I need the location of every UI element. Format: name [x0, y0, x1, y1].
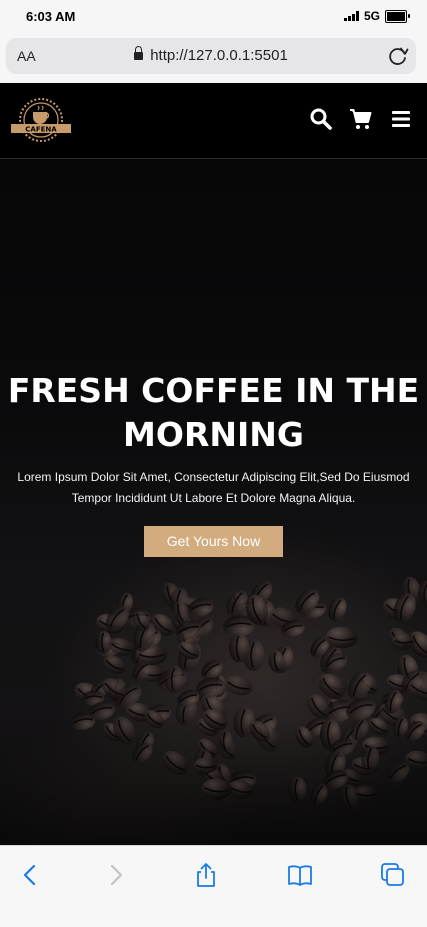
url-text: http://127.0.0.1:5501 — [150, 47, 288, 64]
back-icon[interactable] — [17, 862, 43, 888]
network-label: 5G — [363, 9, 380, 23]
menu-icon[interactable] — [389, 107, 413, 131]
hero-title-line1: FRESH COFFEE IN THE — [7, 371, 420, 410]
hero-description-line1: Lorem Ipsum Dolor Sit Amet, Consectetur … — [17, 470, 410, 484]
status-indicators: 5G — [343, 9, 410, 23]
hero-section: FRESH COFFEE IN THE MORNING Lorem Ipsum … — [0, 159, 427, 845]
header-actions — [309, 107, 413, 131]
bookmarks-icon[interactable] — [287, 862, 313, 888]
cart-icon[interactable] — [349, 107, 373, 131]
url-display[interactable]: http://127.0.0.1:5501 — [6, 46, 416, 64]
coffee-bean — [325, 626, 358, 649]
signal-icon — [343, 11, 359, 21]
site-header: CAFENA — [0, 83, 427, 159]
tabs-icon[interactable] — [380, 862, 406, 888]
forward-icon[interactable] — [103, 862, 129, 888]
share-icon[interactable] — [193, 862, 219, 888]
hero-title-line2: MORNING — [123, 415, 304, 454]
logo-text: CAFENA — [25, 126, 57, 134]
hero-description: Lorem Ipsum Dolor Sit Amet, Consectetur … — [16, 467, 411, 509]
lock-icon — [134, 46, 144, 60]
browser-toolbar — [0, 845, 427, 927]
coffee-bean — [328, 597, 347, 622]
cafena-logo[interactable]: CAFENA — [11, 94, 71, 146]
address-bar[interactable]: AA http://127.0.0.1:5501 — [6, 38, 416, 74]
reload-icon[interactable] — [386, 44, 410, 68]
hero-title: FRESH COFFEE IN THE MORNING — [0, 369, 427, 457]
coffee-bean — [225, 675, 253, 696]
hero-content: FRESH COFFEE IN THE MORNING Lorem Ipsum … — [0, 369, 427, 557]
search-icon[interactable] — [309, 107, 333, 131]
status-bar: 6:03 AM 5G — [0, 0, 427, 34]
status-time: 6:03 AM — [26, 9, 76, 24]
battery-icon — [385, 9, 410, 23]
hero-description-line2: Tempor Incididunt Ut Labore Et Dolore Ma… — [71, 491, 356, 505]
get-yours-now-button[interactable]: Get Yours Now — [144, 526, 283, 557]
